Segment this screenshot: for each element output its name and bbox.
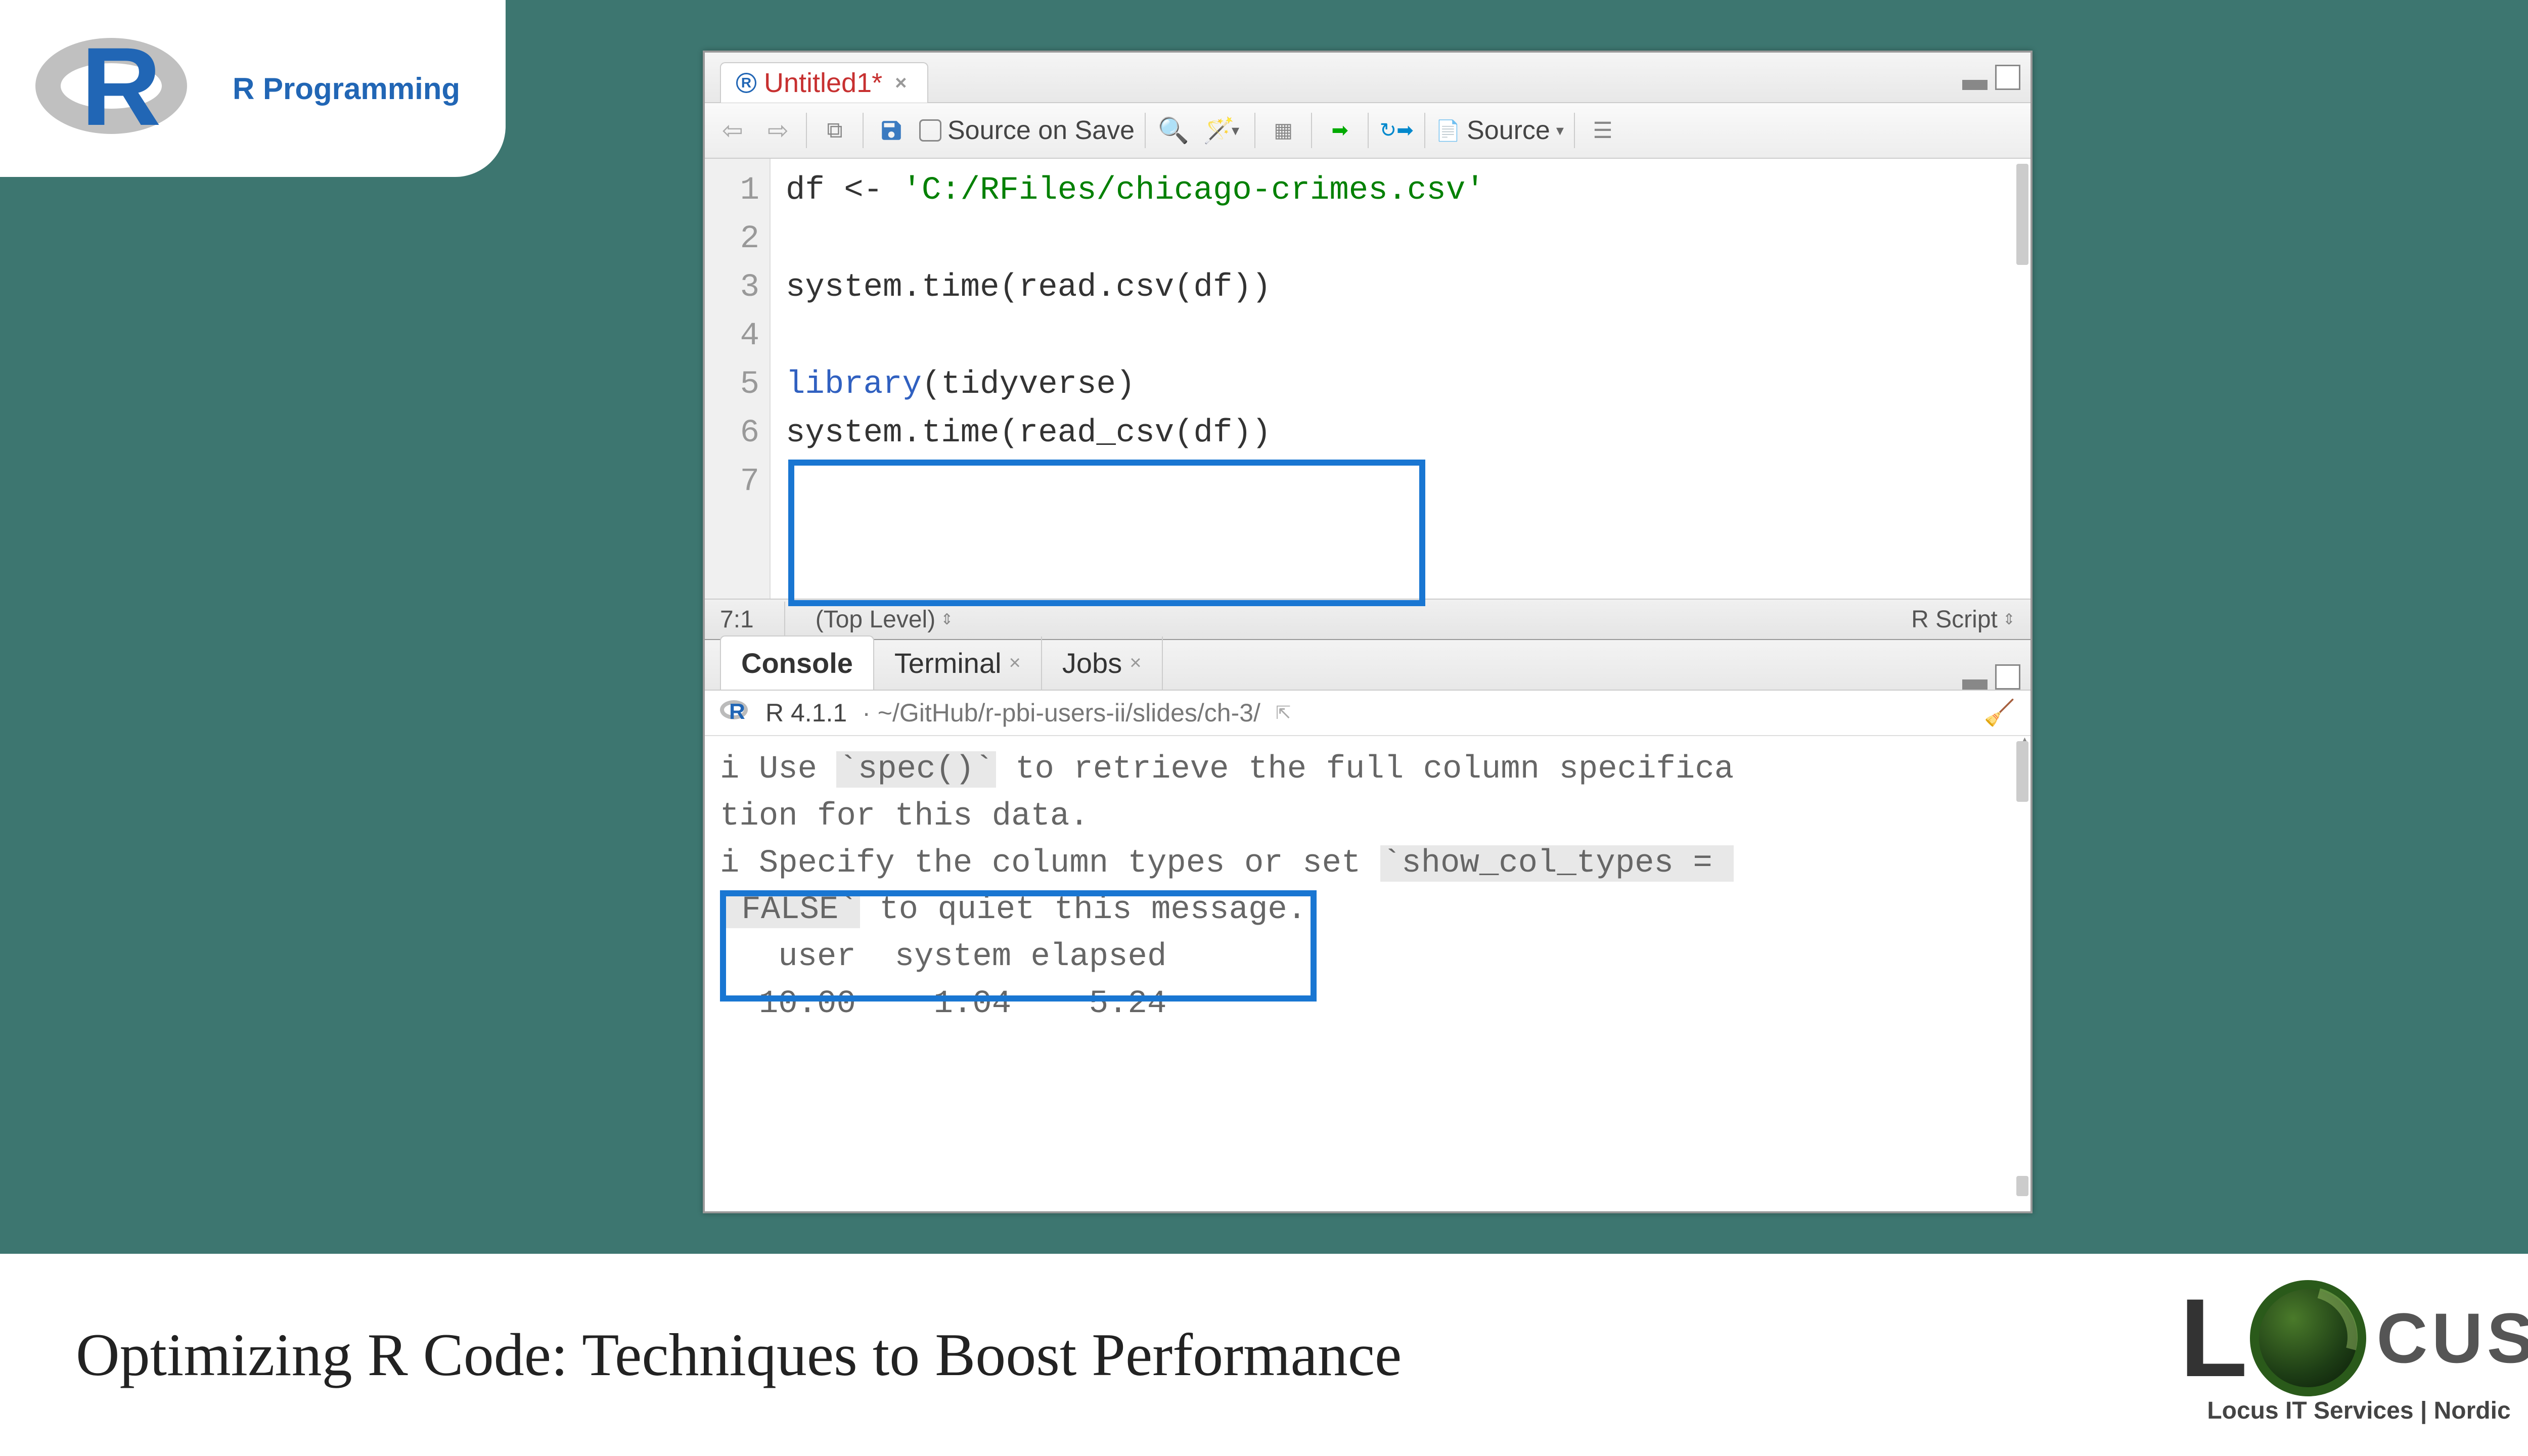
pane-window-controls [1962,65,2020,90]
console-scrollbar-thumb[interactable] [2016,1176,2028,1196]
source-on-save-label: Source on Save [947,115,1135,146]
search-icon: 🔍 [1161,118,1186,143]
save-icon [879,118,904,143]
scope-label: (Top Level) [816,606,935,633]
code-area[interactable]: df <- 'C:/RFiles/chicago-crimes.csv' sys… [771,159,2030,599]
console-pane: Console Terminal × Jobs × R R 4.1.1 · ~/… [705,640,2030,1211]
updown-arrow-icon: ⇕ [940,611,953,628]
nav-back-button[interactable]: ⇦ [715,113,750,148]
outline-button[interactable]: ☰ [1585,113,1620,148]
tab-terminal[interactable]: Terminal × [874,636,1042,690]
code-tools-button[interactable]: 🪄▾ [1201,113,1244,148]
terminal-tab-label: Terminal [894,647,1002,679]
nav-forward-button[interactable]: ⇨ [760,113,796,148]
compile-report-button[interactable]: ▦ [1266,113,1301,148]
r-logo: R [30,28,192,149]
maximize-pane-icon[interactable] [1995,65,2020,90]
locus-text-rest: CUS [2376,1297,2528,1379]
footer-bar: Optimizing R Code: Techniques to Boost P… [0,1254,2528,1456]
editor-status-bar: 7:1 (Top Level) ⇕ R Script ⇕ [705,599,2030,639]
file-tab-name: Untitled1* [764,67,882,99]
globe-icon [2250,1280,2366,1396]
arrow-left-icon: ⇦ [720,118,745,143]
r-badge-label: R Programming [233,71,460,106]
file-type-selector[interactable]: R Script ⇕ [1911,606,2015,633]
source-button[interactable]: 📄 Source ▾ [1435,115,1564,146]
scope-navigator[interactable]: (Top Level) ⇕ [816,606,954,633]
code-editor[interactable]: 1 2 3 4 5 6 7 df <- 'C:/RFiles/chicago-c… [705,159,2030,599]
close-tab-icon[interactable]: × [890,72,912,95]
tab-console[interactable]: Console [720,635,874,690]
r-mini-logo: R [720,700,750,725]
editor-scrollbar[interactable] [2016,164,2028,265]
console-tab-label: Console [741,647,853,679]
editor-tab-bar: R Untitled1* × [705,53,2030,103]
source-button-label: Source [1467,115,1550,146]
source-editor-pane: R Untitled1* × ⇦ ⇨ ⧉ Source on Save [705,53,2030,640]
source-on-save-checkbox[interactable]: Source on Save [919,115,1135,146]
console-tab-bar: Console Terminal × Jobs × [705,640,2030,691]
dropdown-arrow-icon: ▾ [1556,122,1564,140]
dropdown-arrow-icon: ▾ [1232,122,1239,140]
wand-icon: 🪄 [1206,118,1232,143]
outline-icon: ☰ [1590,118,1615,143]
slide-title: Optimizing R Code: Techniques to Boost P… [76,1320,1402,1390]
editor-toolbar: ⇦ ⇨ ⧉ Source on Save 🔍 🪄▾ ▦ ➡ ↻➡ [705,103,2030,159]
minimize-pane-icon[interactable] [1962,679,1988,690]
updown-arrow-icon: ⇕ [2003,611,2015,628]
line-number-gutter: 1 2 3 4 5 6 7 [705,159,771,599]
close-icon[interactable]: × [1130,652,1141,674]
run-arrow-icon: ➡ [1327,118,1352,143]
minimize-pane-icon[interactable] [1962,80,1988,90]
path-popout-icon[interactable]: ⇱ [1276,702,1291,723]
working-directory-path: · ~/GitHub/r-pbi-users-ii/slides/ch-3/ [862,698,1260,727]
r-programming-badge: R R Programming [0,0,506,177]
checkbox-icon [919,119,941,142]
close-icon[interactable]: × [1009,652,1021,674]
run-button[interactable]: ➡ [1322,113,1358,148]
maximize-pane-icon[interactable] [1995,664,2020,690]
rstudio-window: R Untitled1* × ⇦ ⇨ ⧉ Source on Save [703,51,2033,1213]
clear-console-icon[interactable]: 🧹 [1984,698,2015,728]
source-doc-icon: 📄 [1435,118,1461,143]
pane-window-controls [1962,664,2020,690]
arrow-right-icon: ⇨ [765,118,791,143]
rerun-icon: ↻➡ [1384,118,1409,143]
r-file-icon: R [736,73,756,93]
popout-button[interactable]: ⧉ [817,113,852,148]
find-button[interactable]: 🔍 [1156,113,1191,148]
popout-icon: ⧉ [822,118,847,143]
console-info-bar: R R 4.1.1 · ~/GitHub/r-pbi-users-ii/slid… [705,691,2030,736]
notebook-icon: ▦ [1271,118,1296,143]
file-tab[interactable]: R Untitled1* × [720,62,928,103]
r-version: R 4.1.1 [765,698,847,727]
console-scrollbar[interactable] [2016,741,2028,802]
cursor-position: 7:1 [720,606,754,633]
rerun-button[interactable]: ↻➡ [1379,113,1414,148]
console-output[interactable]: i Use `spec()` to retrieve the full colu… [705,736,2030,1211]
locus-tagline: Locus IT Services | Nordic [2207,1397,2510,1425]
file-type-label: R Script [1911,606,1998,633]
locus-logo: L CUS Locus IT Services | Nordic [2180,1274,2528,1425]
save-button[interactable] [874,113,909,148]
locus-l-letter: L [2180,1274,2247,1402]
tab-jobs[interactable]: Jobs × [1042,636,1163,690]
jobs-tab-label: Jobs [1062,647,1122,679]
